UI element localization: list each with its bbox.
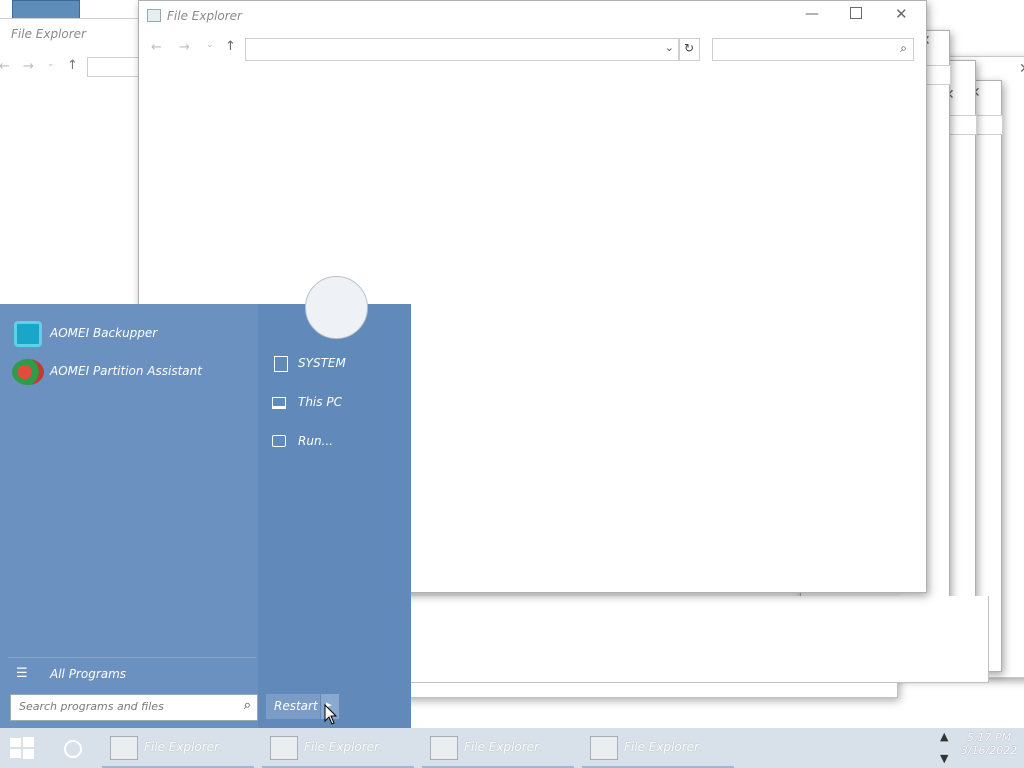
file-explorer-window-back-left[interactable]: File Explorer ← → ⌄ ↑	[0, 18, 158, 320]
maximize-icon[interactable]	[850, 7, 862, 19]
window-title: File Explorer	[167, 9, 242, 23]
refresh-icon: ↻	[684, 41, 695, 55]
link-label: This PC	[298, 395, 342, 409]
clock[interactable]: 5:17 PM 3/16/2022	[958, 731, 1020, 765]
link-label: SYSTEM	[298, 356, 346, 370]
address-bar[interactable]: ⌄	[245, 38, 679, 61]
file-explorer-icon	[270, 736, 298, 760]
user-folder-icon	[274, 356, 288, 372]
file-explorer-icon	[590, 736, 618, 760]
history-dropdown-icon[interactable]: ⌄	[47, 59, 55, 69]
taskbar: File Explorer File Explorer File Explore…	[0, 728, 1024, 768]
chevron-down-icon[interactable]: ▼	[940, 752, 948, 765]
computer-icon	[272, 397, 286, 409]
chevron-down-icon[interactable]: ⌄	[665, 41, 674, 54]
taskbar-item-label: File Explorer	[304, 740, 379, 754]
window-title: File Explorer	[11, 27, 86, 41]
taskbar-item-label: File Explorer	[464, 740, 539, 754]
program-label: AOMEI Partition Assistant	[50, 364, 202, 378]
start-menu: AOMEI Backupper AOMEI Partition Assistan…	[0, 276, 411, 728]
back-arrow-icon[interactable]: ←	[151, 40, 162, 55]
up-arrow-icon[interactable]: ↑	[225, 39, 236, 54]
all-programs-label: All Programs	[50, 667, 127, 681]
aomei-backupper-icon	[14, 321, 42, 347]
back-arrow-icon[interactable]: ←	[0, 59, 10, 74]
restart-label: Restart	[274, 699, 318, 713]
restart-button[interactable]: Restart	[266, 694, 320, 719]
chevron-up-icon[interactable]: ▲	[940, 730, 948, 743]
search-placeholder: Search programs and files	[19, 700, 164, 713]
aomei-partition-icon	[12, 359, 44, 385]
close-icon[interactable]: ✕	[895, 5, 908, 23]
list-icon: ☰	[16, 666, 28, 681]
file-explorer-icon	[430, 736, 458, 760]
background-window-fragment	[12, 0, 80, 20]
start-button[interactable]	[8, 736, 38, 762]
taskbar-item-file-explorer-3[interactable]: File Explorer	[422, 728, 574, 768]
user-avatar[interactable]	[305, 276, 368, 339]
forward-arrow-icon[interactable]: →	[179, 40, 190, 55]
history-dropdown-icon[interactable]: ⌄	[206, 40, 214, 50]
link-system[interactable]: SYSTEM	[270, 352, 400, 376]
windows-logo-icon	[10, 737, 34, 759]
taskbar-item-label: File Explorer	[144, 740, 219, 754]
app-icon	[147, 9, 161, 22]
minimize-icon[interactable]: —	[805, 6, 819, 22]
taskbar-item-file-explorer-2[interactable]: File Explorer	[262, 728, 414, 768]
search-icon: ⌕	[900, 41, 907, 55]
taskbar-item-file-explorer-4[interactable]: File Explorer	[582, 728, 734, 768]
search-icon: ⌕	[243, 698, 251, 713]
cortana-button[interactable]	[64, 740, 82, 758]
program-label: AOMEI Backupper	[50, 326, 158, 340]
search-programs-input[interactable]: Search programs and files ⌕	[10, 694, 258, 721]
taskbar-item-label: File Explorer	[624, 740, 699, 754]
link-run[interactable]: Run...	[270, 430, 400, 454]
clock-date: 3/16/2022	[960, 744, 1018, 757]
separator	[8, 657, 256, 658]
up-arrow-icon[interactable]: ↑	[67, 58, 78, 73]
forward-arrow-icon[interactable]: →	[23, 59, 34, 74]
search-input[interactable]: ⌕	[712, 38, 914, 61]
link-label: Run...	[298, 434, 333, 448]
run-icon	[272, 435, 286, 447]
link-this-pc[interactable]: This PC	[270, 391, 400, 415]
program-item-aomei-partition-assistant[interactable]: AOMEI Partition Assistant	[10, 355, 250, 389]
refresh-button[interactable]: ↻	[679, 38, 700, 61]
all-programs-button[interactable]: ☰ All Programs	[10, 664, 250, 686]
clock-time: 5:17 PM	[966, 731, 1012, 744]
program-item-aomei-backupper[interactable]: AOMEI Backupper	[10, 317, 250, 351]
taskbar-item-file-explorer-1[interactable]: File Explorer	[102, 728, 254, 768]
file-explorer-window-stack-0-bottom	[400, 596, 989, 683]
close-icon[interactable]: ✕	[1019, 61, 1024, 77]
file-explorer-icon	[110, 736, 138, 760]
